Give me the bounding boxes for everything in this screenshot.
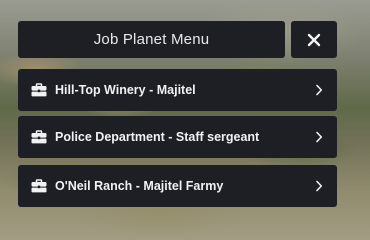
menu-item-oneil-ranch[interactable]: O'Neil Ranch - Majitel Farmy <box>18 165 337 207</box>
close-icon <box>307 33 321 47</box>
chevron-right-icon <box>315 84 323 96</box>
menu-item-label: O'Neil Ranch - Majitel Farmy <box>55 179 224 193</box>
menu-header: Job Planet Menu <box>18 21 337 58</box>
close-button[interactable] <box>291 21 337 58</box>
menu-item-label: Hill-Top Winery - Majitel <box>55 83 196 97</box>
briefcase-icon <box>31 179 47 193</box>
chevron-right-icon <box>315 131 323 143</box>
briefcase-icon <box>31 130 47 144</box>
chevron-right-icon <box>315 180 323 192</box>
menu-title: Job Planet Menu <box>18 21 285 58</box>
menu-item-hill-top-winery[interactable]: Hill-Top Winery - Majitel <box>18 69 337 111</box>
job-planet-menu: Job Planet Menu Hill-Top Winery - Majite… <box>0 0 370 240</box>
briefcase-icon <box>31 83 47 97</box>
menu-item-label: Police Department - Staff sergeant <box>55 130 260 144</box>
menu-item-police-department[interactable]: Police Department - Staff sergeant <box>18 116 337 158</box>
